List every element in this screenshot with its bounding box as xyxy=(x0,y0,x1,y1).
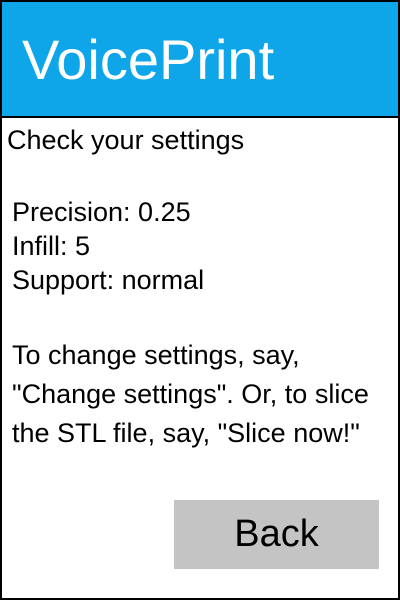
setting-infill: Infill: 5 xyxy=(12,231,91,261)
setting-support: Support: normal xyxy=(12,265,205,295)
app-header: VoicePrint xyxy=(2,2,398,118)
setting-precision: Precision: 0.25 xyxy=(12,197,191,227)
settings-list: Precision: 0.25 Infill: 5 Support: norma… xyxy=(12,195,204,297)
app-title: VoicePrint xyxy=(22,28,275,91)
voice-instructions: To change settings, say, "Change setting… xyxy=(12,340,369,448)
back-button[interactable]: Back xyxy=(174,500,379,569)
app-screen: VoicePrint Check your settings Precision… xyxy=(0,0,400,600)
page-heading: Check your settings xyxy=(7,125,245,155)
